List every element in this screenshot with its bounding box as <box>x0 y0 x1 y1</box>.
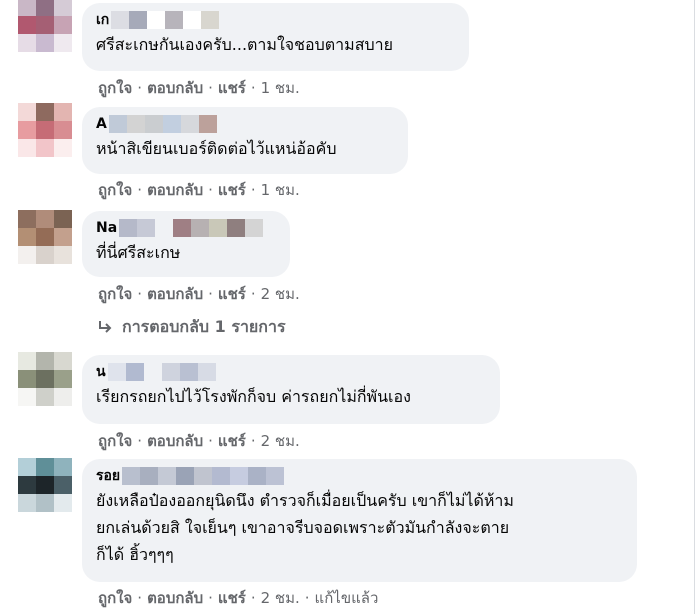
comment-author[interactable]: เก <box>96 11 455 29</box>
comment-timestamp[interactable]: 1 ชม. <box>261 181 300 199</box>
avatar[interactable] <box>18 103 72 157</box>
reply-button[interactable]: ตอบกลับ <box>147 589 203 607</box>
comment-text: ยังเหลือป๋องออกยุนิดนึง ตำรวจก็เมื่อยเป็… <box>96 491 514 564</box>
share-button[interactable]: แชร์ <box>218 79 246 97</box>
share-button[interactable]: แชร์ <box>218 285 246 303</box>
comment-timestamp[interactable]: 2 ชม. <box>261 589 300 607</box>
edited-label: แก้ไขแล้ว <box>314 589 379 607</box>
view-replies-label: การตอบกลับ 1 รายการ <box>122 317 286 336</box>
comment-bubble: A หน้าสิเขียนเบอร์ติดต่อไว้แหน่อ้อคับ <box>82 107 408 174</box>
comment-actions: ถูกใจ · ตอบกลับ · แชร์ · 2 ชม. <box>98 432 300 450</box>
like-button[interactable]: ถูกใจ <box>98 285 132 303</box>
comment-actions: ถูกใจ · ตอบกลับ · แชร์ · 2 ชม. <box>98 285 300 303</box>
comment-text: หน้าสิเขียนเบอร์ติดต่อไว้แหน่อ้อคับ <box>96 139 337 158</box>
comment-timestamp[interactable]: 2 ชม. <box>261 285 300 303</box>
comment-author[interactable]: รอย <box>96 467 623 485</box>
avatar[interactable] <box>18 458 72 512</box>
comment-actions: ถูกใจ · ตอบกลับ · แชร์ · 1 ชม. <box>98 79 300 97</box>
comment-timestamp[interactable]: 1 ชม. <box>261 79 300 97</box>
comment-actions: ถูกใจ · ตอบกลับ · แชร์ · 1 ชม. <box>98 181 300 199</box>
reply-button[interactable]: ตอบกลับ <box>147 432 203 450</box>
comment-text: เรียกรถยกไปไว้โรงพักก็จบ ค่ารถยกไม่กี่พั… <box>96 387 411 406</box>
comment-author[interactable]: Na <box>96 219 276 237</box>
avatar[interactable] <box>18 210 72 264</box>
share-button[interactable]: แชร์ <box>218 181 246 199</box>
share-button[interactable]: แชร์ <box>218 432 246 450</box>
reply-button[interactable]: ตอบกลับ <box>147 181 203 199</box>
comment-text: ที่นี่ศรีสะเกษ <box>96 243 181 262</box>
view-replies-link[interactable]: การตอบกลับ 1 รายการ <box>96 316 286 338</box>
reply-button[interactable]: ตอบกลับ <box>147 79 203 97</box>
like-button[interactable]: ถูกใจ <box>98 181 132 199</box>
comment-bubble: เก ศรีสะเกษกันเองครับ...ตามใจชอบตามสบาย <box>82 3 469 71</box>
comment-author[interactable]: น <box>96 363 486 381</box>
comment-bubble: น เรียกรถยกไปไว้โรงพักก็จบ ค่ารถยกไม่กี่… <box>82 355 500 424</box>
comment-timestamp[interactable]: 2 ชม. <box>261 432 300 450</box>
like-button[interactable]: ถูกใจ <box>98 79 132 97</box>
like-button[interactable]: ถูกใจ <box>98 432 132 450</box>
reply-button[interactable]: ตอบกลับ <box>147 285 203 303</box>
comment-author[interactable]: A <box>96 115 394 133</box>
like-button[interactable]: ถูกใจ <box>98 589 132 607</box>
comment-actions: ถูกใจ · ตอบกลับ · แชร์ · 2 ชม. · แก้ไขแล้ว <box>98 589 379 607</box>
comment-bubble: Na ที่นี่ศรีสะเกษ <box>82 211 290 277</box>
share-button[interactable]: แชร์ <box>218 589 246 607</box>
avatar[interactable] <box>18 0 72 52</box>
comment-bubble: รอย ยังเหลือป๋องออกยุนิดนึง ตำรวจก็เมื่อ… <box>82 459 637 582</box>
reply-arrow-icon <box>99 321 112 333</box>
comment-text: ศรีสะเกษกันเองครับ...ตามใจชอบตามสบาย <box>96 35 393 54</box>
avatar[interactable] <box>18 352 72 406</box>
